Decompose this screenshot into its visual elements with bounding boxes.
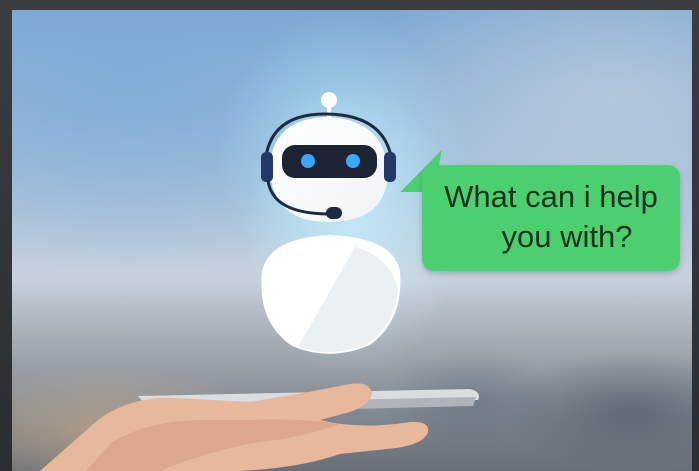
chat-bubble-text: What can i help you with? [422, 177, 680, 257]
chat-line-2: you with? [501, 219, 633, 254]
chat-line-1: What can i help [444, 179, 658, 214]
chat-bubble: What can i help you with? [422, 165, 680, 271]
